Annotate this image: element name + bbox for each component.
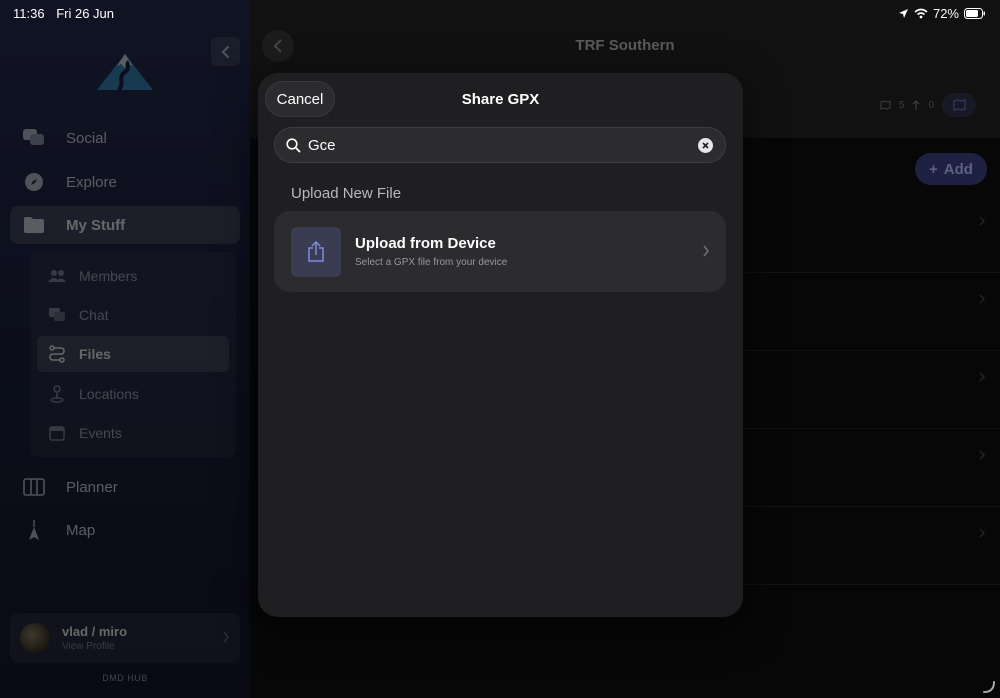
- share-gpx-modal: Cancel Share GPX Upload New File Upload …: [258, 73, 743, 617]
- close-icon: [702, 141, 709, 149]
- status-time: 11:36: [13, 6, 45, 21]
- wifi-icon: [914, 8, 928, 19]
- battery-percent: 72%: [932, 6, 959, 21]
- share-upload-icon: [291, 226, 341, 277]
- status-time-date: 11:36 Fri 26 Jun: [13, 6, 122, 21]
- search-icon: [286, 137, 301, 153]
- location-arrow-icon: [898, 9, 908, 18]
- search-field[interactable]: [274, 127, 726, 163]
- status-date: Fri 26 Jun: [56, 6, 115, 21]
- battery-icon: [964, 8, 985, 19]
- chevron-right-icon: [703, 245, 710, 257]
- modal-title: Share GPX: [461, 91, 540, 108]
- search-input[interactable]: [308, 136, 698, 154]
- status-indicators: 72%: [898, 6, 986, 21]
- section-title: Upload New File: [291, 185, 402, 202]
- upload-subtitle: Select a GPX file from your device: [355, 257, 508, 268]
- upload-from-device-button[interactable]: Upload from Device Select a GPX file fro…: [274, 211, 726, 292]
- upload-title: Upload from Device: [355, 235, 496, 252]
- clear-search-button[interactable]: [698, 137, 713, 153]
